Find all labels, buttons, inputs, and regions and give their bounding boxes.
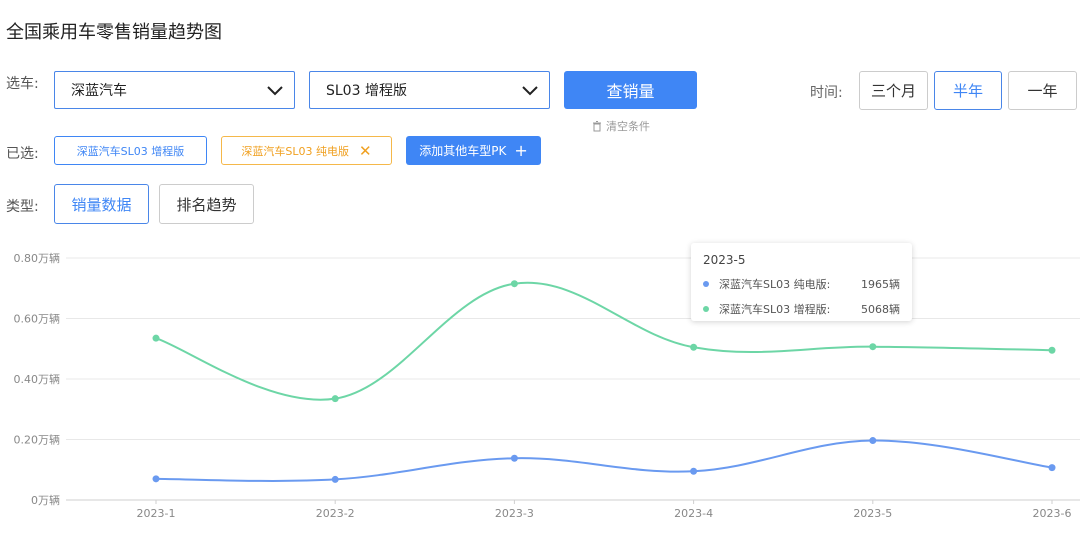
trash-icon	[593, 120, 601, 131]
query-sales-button[interactable]: 查销量	[564, 71, 697, 109]
page-title: 全国乘用车零售销量趋势图	[6, 22, 222, 43]
data-point	[510, 454, 518, 462]
tooltip-series-value: 1965辆	[861, 278, 900, 291]
x-tick-label: 2023-6	[1033, 507, 1072, 520]
brand-select[interactable]: 深蓝汽车	[54, 71, 295, 109]
brand-select-value: 深蓝汽车	[71, 83, 127, 99]
chevron-down-icon	[267, 86, 283, 96]
chevron-down-icon	[522, 86, 538, 96]
x-tick-label: 2023-4	[674, 507, 713, 520]
x-tick-label: 2023-5	[853, 507, 892, 520]
y-tick-label: 0.60万辆	[14, 312, 61, 326]
selected-tag-label: 深蓝汽车SL03 纯电版	[241, 144, 350, 158]
x-tick-label: 2023-3	[495, 507, 534, 520]
data-point	[690, 343, 698, 351]
time-option-3-months[interactable]: 三个月	[859, 71, 928, 110]
time-option-half-year[interactable]: 半年	[934, 71, 1002, 110]
x-tick-label: 2023-2	[316, 507, 355, 520]
clear-conditions-button[interactable]: 清空条件	[592, 118, 650, 134]
sales-trend-chart: 0万辆 0.20万辆 0.40万辆 0.60万辆 0.80万辆 2023-1 2023-2 2…	[14, 251, 1080, 520]
model-select-value: SL03 增程版	[326, 83, 407, 99]
data-point	[690, 467, 698, 475]
series-dot-icon	[703, 306, 709, 312]
data-point	[1048, 346, 1056, 354]
tooltip-title: 2023-5	[703, 253, 746, 267]
selected-label: 已选:	[6, 146, 39, 162]
model-select[interactable]: SL03 增程版	[309, 71, 550, 109]
tooltip-row: 深蓝汽车SL03 纯电版: 1965辆	[703, 276, 900, 292]
add-compare-label: 添加其他车型PK	[419, 144, 507, 158]
tooltip-row: 深蓝汽车SL03 增程版: 5068辆	[703, 301, 900, 317]
series-line	[155, 281, 1053, 401]
y-tick-label: 0万辆	[31, 493, 60, 507]
time-option-1-year[interactable]: 一年	[1008, 71, 1077, 110]
select-car-label: 选车:	[6, 76, 39, 92]
data-point	[152, 334, 160, 342]
type-option-rank-trend[interactable]: 排名趋势	[159, 184, 254, 224]
y-tick-label: 0.80万辆	[14, 251, 61, 265]
type-option-sales-data[interactable]: 销量数据	[54, 184, 149, 224]
type-label: 类型:	[6, 199, 39, 215]
series-dot-icon	[703, 281, 709, 287]
data-point	[869, 437, 877, 445]
chart-tooltip: 2023-5 深蓝汽车SL03 纯电版: 1965辆 深蓝汽车SL03 增程版:…	[691, 243, 912, 321]
tooltip-series-name: 深蓝汽车SL03 纯电版:	[719, 278, 831, 291]
data-point	[152, 475, 160, 483]
time-label: 时间:	[810, 85, 843, 101]
data-point	[1048, 464, 1056, 472]
selected-tag[interactable]: 深蓝汽车SL03 增程版	[54, 136, 207, 165]
data-point	[331, 475, 339, 483]
selected-tag[interactable]: 深蓝汽车SL03 纯电版 ✕	[221, 136, 392, 165]
selected-tag-label: 深蓝汽车SL03 增程版	[76, 144, 185, 158]
y-tick-label: 0.40万辆	[14, 372, 61, 386]
clear-conditions-label: 清空条件	[606, 120, 650, 133]
data-point	[869, 343, 877, 351]
add-compare-button[interactable]: 添加其他车型PK +	[406, 136, 541, 165]
data-point	[331, 395, 339, 403]
x-tick-label: 2023-1	[137, 507, 176, 520]
tooltip-series-name: 深蓝汽车SL03 增程版:	[719, 303, 831, 316]
plus-icon: +	[514, 141, 528, 160]
data-point	[510, 280, 518, 288]
tooltip-series-value: 5068辆	[861, 303, 900, 316]
y-tick-label: 0.20万辆	[14, 433, 61, 447]
series-line	[155, 439, 1053, 482]
close-icon[interactable]: ✕	[359, 142, 372, 160]
